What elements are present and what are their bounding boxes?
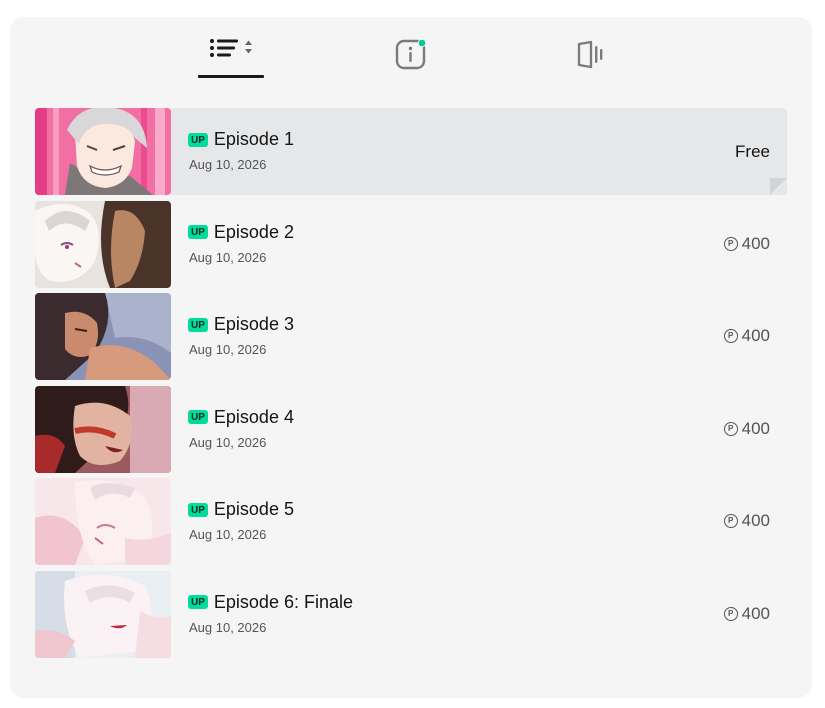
episode-row-1[interactable]: UP Episode 1 Aug 10, 2026 Free: [35, 108, 787, 195]
price-label: Free: [735, 142, 770, 161]
episode-thumbnail: [35, 293, 171, 380]
episode-list: UP Episode 1 Aug 10, 2026 Free UP Episod…: [35, 108, 787, 663]
update-badge: UP: [188, 410, 208, 424]
update-badge: UP: [188, 502, 208, 517]
viewer-icon: [577, 40, 603, 69]
episode-thumbnail: [35, 478, 171, 565]
episode-price: Free: [735, 142, 770, 162]
episode-row-4[interactable]: UP Episode 4 Aug 10, 2026 P 400: [35, 385, 787, 473]
episode-row-2[interactable]: UP Episode 2 Aug 10, 2026 P 400: [35, 200, 787, 288]
episode-thumbnail: [35, 108, 171, 195]
episode-title: Episode 6: Finale: [213, 591, 353, 612]
episode-thumbnail: [35, 200, 171, 288]
coin-icon: P: [723, 236, 738, 251]
price-label: 400: [741, 233, 770, 253]
episode-thumbnail: [35, 385, 171, 473]
episode-price: P 400: [723, 326, 770, 346]
active-tab-indicator: [198, 75, 264, 78]
tab-info[interactable]: [393, 37, 429, 81]
price-label: 400: [741, 511, 770, 530]
episode-date: Aug 10, 2026: [189, 527, 267, 542]
coin-icon: P: [723, 329, 738, 343]
episode-title: Episode 5: [213, 499, 294, 519]
tab-episode-list[interactable]: [198, 37, 264, 81]
episode-date: Aug 10, 2026: [189, 619, 267, 635]
update-badge: UP: [188, 225, 208, 239]
update-badge: UP: [188, 132, 208, 147]
page-fold-decoration: [770, 178, 787, 195]
update-badge: UP: [188, 317, 208, 332]
info-icon: [395, 38, 427, 70]
episode-row-3[interactable]: UP Episode 3 Aug 10, 2026 P 400: [35, 293, 787, 380]
update-badge: UP: [188, 595, 208, 609]
episode-row-5[interactable]: UP Episode 5 Aug 10, 2026 P 400: [35, 478, 787, 565]
tab-bar: [10, 17, 812, 87]
sort-list-icon: [210, 39, 252, 57]
price-label: 400: [741, 326, 770, 345]
episode-title: Episode 3: [213, 314, 294, 334]
episode-title: Episode 2: [213, 221, 294, 242]
price-label: 400: [741, 603, 770, 623]
episode-row-6[interactable]: UP Episode 6: Finale Aug 10, 2026 P 400: [35, 570, 787, 658]
episode-price: P 400: [723, 511, 770, 531]
episode-title: Episode 1: [213, 129, 294, 149]
coin-icon: P: [723, 421, 738, 436]
episode-thumbnail: [35, 570, 171, 658]
episode-date: Aug 10, 2026: [189, 434, 267, 450]
episode-date: Aug 10, 2026: [189, 157, 267, 172]
notification-dot: [418, 39, 426, 47]
price-label: 400: [741, 418, 770, 438]
episode-price: P 400: [723, 233, 770, 254]
episode-price: P 400: [723, 603, 770, 624]
coin-icon: P: [723, 606, 738, 621]
coin-icon: P: [723, 514, 738, 528]
episode-date: Aug 10, 2026: [189, 249, 267, 265]
episode-date: Aug 10, 2026: [189, 342, 267, 357]
tab-reader[interactable]: [573, 37, 609, 81]
episode-panel: UP Episode 1 Aug 10, 2026 Free UP Episod…: [10, 17, 812, 698]
episode-price: P 400: [723, 418, 770, 439]
episode-title: Episode 4: [213, 406, 294, 427]
